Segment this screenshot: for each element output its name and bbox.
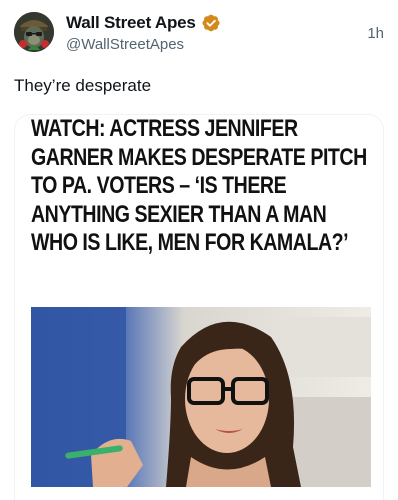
article-headline[interactable]: WATCH: ACTRESS JENNIFER GARNER MAKES DES…	[31, 115, 375, 258]
display-name[interactable]: Wall Street Apes	[66, 13, 221, 33]
avatar[interactable]	[14, 12, 54, 52]
verified-badge-icon	[201, 13, 221, 33]
post-text: They’re desperate	[14, 76, 152, 95]
article-card[interactable]: WATCH: ACTRESS JENNIFER GARNER MAKES DES…	[14, 114, 384, 500]
display-name-text[interactable]: Wall Street Apes	[66, 13, 196, 33]
post-timestamp[interactable]: 1h	[367, 25, 384, 42]
ape-avatar-icon	[14, 12, 54, 52]
user-handle[interactable]: @WallStreetApes	[66, 36, 184, 53]
article-photo[interactable]	[31, 307, 371, 487]
post-header: Wall Street Apes @WallStreetApes 1h	[14, 12, 388, 56]
woman-with-glasses-photo-icon	[31, 307, 371, 487]
